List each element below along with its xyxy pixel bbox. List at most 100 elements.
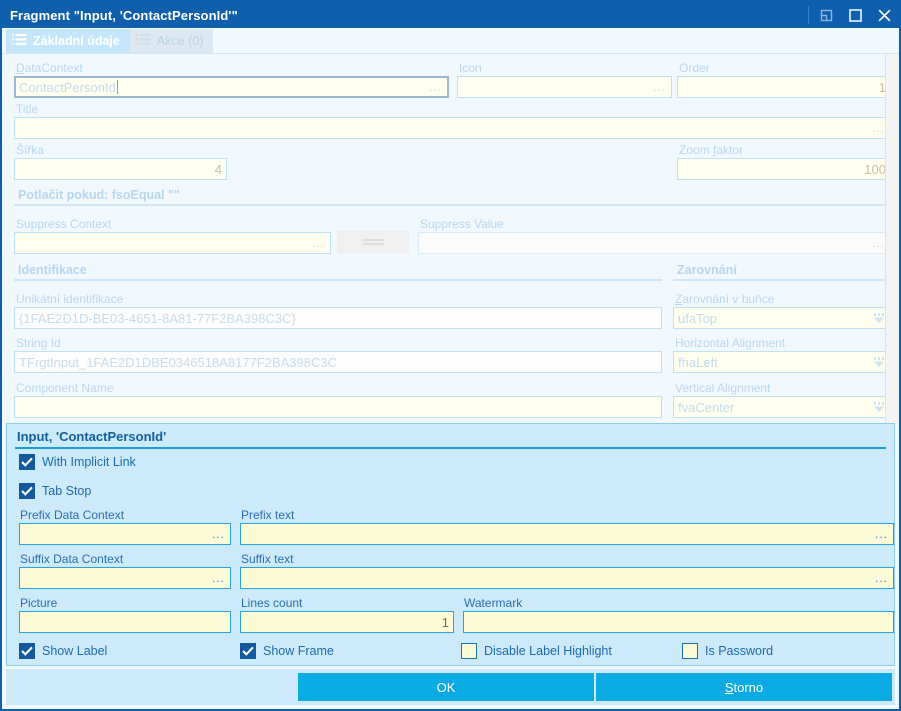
field-value: ufaTop [678,310,718,326]
tab-akce[interactable]: Akce (0) [129,29,214,53]
checkbox-box[interactable] [240,643,256,659]
horizontal-alignment-select[interactable]: fhaLeft [673,351,885,373]
field-suppress-value: Suppress Value ... [418,217,885,254]
section-heading: Zarovnání [677,263,737,277]
component-name-input[interactable] [14,396,662,418]
field-label: Horizontal Alignment [675,336,786,350]
field-label: Prefix Data Context [20,508,125,522]
suppress-section: Potlačit pokud: fsoEqual "" [14,186,885,206]
checkbox-label: With Implicit Link [42,455,136,469]
datacontext-input[interactable]: ContactPersonId ... [14,76,449,98]
checkbox-tab-stop[interactable]: Tab Stop [19,483,91,499]
vertical-alignment-select[interactable]: fvaCenter [673,396,885,418]
section-rule [14,204,885,206]
check-icon [242,646,254,656]
title-bar: Fragment "Input, 'ContactPersonId'" [2,2,899,28]
field-value: fvaCenter [678,399,735,415]
ellipsis-button[interactable]: ... [872,237,885,249]
field-zoom-faktor: Zoom faktor 100 [677,143,885,180]
lines-count-input[interactable]: 1 [240,611,454,633]
icon-input[interactable]: ... [457,76,672,98]
tab-zakladni-udaje[interactable]: Základní údaje [6,29,130,53]
field-label: String Id [16,336,61,350]
checkbox-label: Tab Stop [42,484,92,498]
ok-button[interactable]: OK [298,673,594,701]
zoom-faktor-input[interactable]: 100 [677,158,885,180]
chevron-down-icon[interactable] [872,356,885,368]
titlebar-separator [808,6,809,24]
field-icon: Icon ... [457,61,672,98]
checkbox-show-frame[interactable]: Show Frame [240,643,334,659]
picture-input[interactable] [19,611,231,633]
unique-id-input[interactable]: {1FAE2D1D-BE03-4651-8A81-77F2BA398C3C} [14,307,662,329]
field-label: Suppress Value [420,217,504,231]
maximize-icon[interactable] [841,2,870,28]
prefix-text-input[interactable]: ... [240,523,894,545]
section-heading: Identifikace [18,263,87,277]
dash-icon [362,239,384,245]
ellipsis-button[interactable]: ... [212,528,225,540]
zarovnani-section: Zarovnání [673,261,885,281]
checkbox-box[interactable] [19,454,35,470]
field-prefix-text: Prefix text ... [240,508,894,545]
suppress-value-input[interactable]: ... [418,232,885,254]
checkbox-disable-label-highlight[interactable]: Disable Label Highlight [461,643,612,659]
section-rule [14,279,662,281]
field-suppress-context: Suppress Context ... [14,217,331,254]
restore-down-icon[interactable] [812,2,841,28]
checkbox-box[interactable] [461,643,477,659]
checkbox-box[interactable] [19,643,35,659]
prefix-data-context-input[interactable]: ... [19,523,231,545]
checkbox-with-implicit-link[interactable]: With Implicit Link [19,454,136,470]
field-unique-id: Unikátní identifikace {1FAE2D1D-BE03-465… [14,292,662,329]
vertical-scrollbar[interactable] [885,54,899,423]
chevron-down-icon[interactable] [872,401,885,413]
field-horizontal-alignment: Horizontal Alignment fhaLeft [673,336,885,373]
close-icon[interactable] [870,2,899,28]
watermark-input[interactable] [463,611,894,633]
field-label: Suffix text [241,552,294,566]
field-vertical-alignment: Vertical Alignment fvaCenter [673,381,885,418]
field-value: {1FAE2D1D-BE03-4651-8A81-77F2BA398C3C} [19,310,296,326]
checkbox-label: Show Frame [263,644,334,658]
field-label: Zarovnání v buňce [675,292,775,306]
sirka-input[interactable]: 4 [14,158,227,180]
field-cell-alignment: Zarovnání v buňce ufaTop [673,292,885,329]
order-input[interactable]: 1 [677,76,885,98]
string-id-input[interactable]: TFrgtInput_1FAE2D1DBE0346518A8177F2BA398… [14,351,662,373]
field-label: Suffix Data Context [20,552,124,566]
ellipsis-button[interactable]: ... [875,572,888,584]
checkbox-box[interactable] [19,483,35,499]
dialog-footer: OK Storno [6,669,895,705]
check-icon [21,486,33,496]
field-prefix-data-context: Prefix Data Context ... [19,508,231,545]
ellipsis-button[interactable]: ... [875,528,888,540]
window-title: Fragment "Input, 'ContactPersonId'" [10,7,238,23]
field-value: 100 [864,161,885,177]
ellipsis-button[interactable]: ... [429,81,442,93]
checkbox-label: Disable Label Highlight [484,644,612,658]
suffix-text-input[interactable]: ... [240,567,894,589]
field-suffix-data-context: Suffix Data Context ... [19,552,231,589]
title-input[interactable]: ... [14,117,885,139]
field-label: Icon [459,61,482,75]
section-rule [673,279,885,281]
field-label: Component Name [16,381,114,395]
ellipsis-button[interactable]: ... [312,237,325,249]
suppress-context-input[interactable]: ... [14,232,331,254]
checkbox-is-password[interactable]: Is Password [682,643,773,659]
ellipsis-button[interactable]: ... [653,81,666,93]
field-label: Prefix text [241,508,295,522]
field-label: Picture [20,596,58,610]
cancel-button[interactable]: Storno [596,673,892,701]
suppress-operator-button[interactable] [337,231,409,253]
basic-data-form: DataContext ContactPersonId ... Icon ...… [2,54,885,423]
checkbox-box[interactable] [682,643,698,659]
checkbox-show-label[interactable]: Show Label [19,643,107,659]
ellipsis-button[interactable]: ... [872,122,885,134]
field-label: Zoom faktor [679,143,744,157]
suffix-data-context-input[interactable]: ... [19,567,231,589]
chevron-down-icon[interactable] [872,312,885,324]
cell-alignment-select[interactable]: ufaTop [673,307,885,329]
ellipsis-button[interactable]: ... [212,572,225,584]
